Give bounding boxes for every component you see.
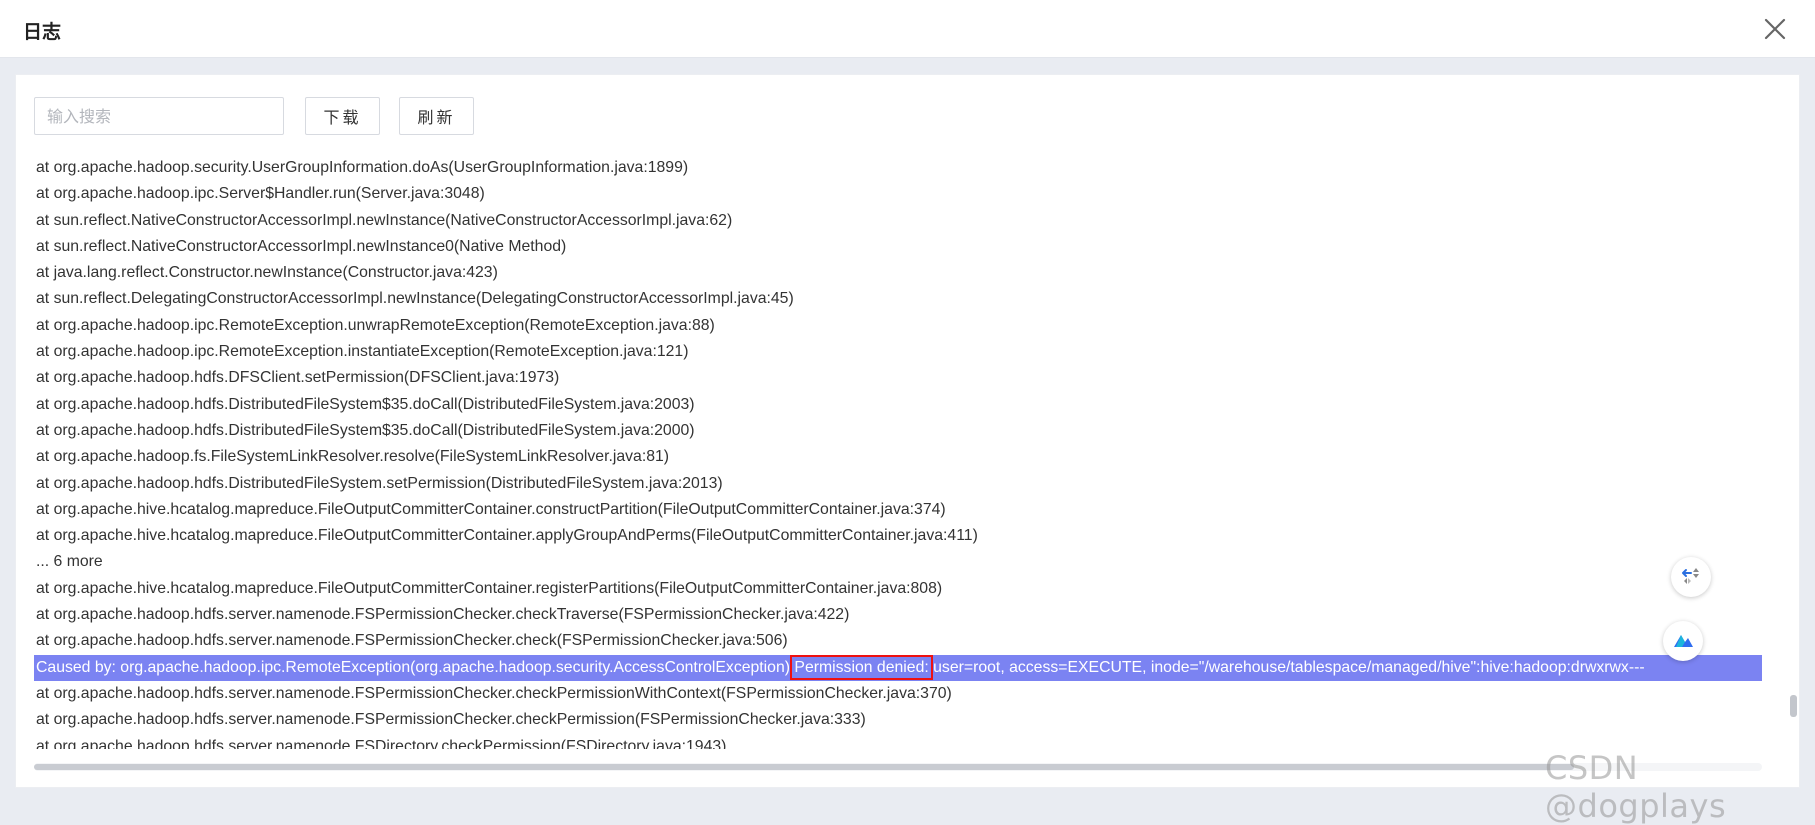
dialog-header: 日志 xyxy=(0,0,1815,58)
horizontal-scrollbar-thumb[interactable] xyxy=(34,764,1574,770)
swap-arrows-icon xyxy=(1682,568,1699,584)
log-line: at org.apache.hadoop.ipc.Server$Handler.… xyxy=(36,185,485,203)
log-line: at org.apache.hadoop.hdfs.server.namenod… xyxy=(36,684,952,702)
horizontal-scrollbar[interactable] xyxy=(34,763,1762,771)
log-line: at sun.reflect.DelegatingConstructorAcce… xyxy=(36,290,794,308)
log-line-selected: Caused by: org.apache.hadoop.ipc.RemoteE… xyxy=(34,654,1762,681)
log-line: at org.apache.hadoop.ipc.RemoteException… xyxy=(36,316,715,334)
log-line: at org.apache.hadoop.ipc.RemoteException… xyxy=(36,343,689,361)
log-line: at org.apache.hive.hcatalog.mapreduce.Fi… xyxy=(36,500,946,518)
log-line: at org.apache.hadoop.hdfs.server.namenod… xyxy=(36,711,866,729)
log-line: at org.apache.hadoop.hdfs.server.namenod… xyxy=(36,632,788,650)
log-line: at java.lang.reflect.Constructor.newInst… xyxy=(36,264,498,282)
log-line: at org.apache.hadoop.hdfs.DistributedFil… xyxy=(36,474,723,492)
log-line: at org.apache.hive.hcatalog.mapreduce.Fi… xyxy=(36,579,943,597)
log-line: at org.apache.hadoop.fs.FileSystemLinkRe… xyxy=(36,448,670,466)
log-line: at org.apache.hadoop.hdfs.DistributedFil… xyxy=(36,421,695,439)
log-line: at org.apache.hive.hcatalog.mapreduce.Fi… xyxy=(36,527,978,545)
watermark-text: CSDN @dogplays xyxy=(1545,749,1727,825)
refresh-button[interactable]: 刷新 xyxy=(399,97,474,135)
log-line: at sun.reflect.NativeConstructorAccessor… xyxy=(36,237,567,255)
assistant-logo-icon xyxy=(1674,635,1693,647)
close-button[interactable] xyxy=(1762,16,1788,42)
log-line: at org.apache.hadoop.hdfs.server.namenod… xyxy=(36,737,727,749)
log-line: at org.apache.hadoop.security.UserGroupI… xyxy=(36,159,689,176)
floating-swap-button[interactable] xyxy=(1671,557,1711,597)
selected-line-prefix: Caused by: org.apache.hadoop.ipc.RemoteE… xyxy=(36,658,795,676)
log-line: ... 6 more xyxy=(36,553,103,571)
log-line: at org.apache.hadoop.hdfs.server.namenod… xyxy=(36,606,850,624)
dialog-title: 日志 xyxy=(23,21,62,43)
highlighted-error-text: Permission denied: xyxy=(790,654,933,680)
floating-assistant-button[interactable] xyxy=(1663,621,1703,661)
log-line: at sun.reflect.NativeConstructorAccessor… xyxy=(36,211,733,229)
log-line: at org.apache.hadoop.hdfs.DistributedFil… xyxy=(36,395,695,413)
log-line: at org.apache.hadoop.hdfs.DFSClient.setP… xyxy=(36,369,560,387)
search-input[interactable] xyxy=(34,97,284,135)
log-panel: 下载 刷新 at org.apache.hadoop.security.User… xyxy=(15,74,1800,788)
close-icon xyxy=(1764,18,1786,40)
log-content[interactable]: at org.apache.hadoop.security.UserGroupI… xyxy=(34,155,1762,749)
download-button[interactable]: 下载 xyxy=(305,97,380,135)
selected-line-suffix: user=root, access=EXECUTE, inode="/wareh… xyxy=(928,658,1645,676)
vertical-scrollbar-thumb[interactable] xyxy=(1790,695,1797,717)
